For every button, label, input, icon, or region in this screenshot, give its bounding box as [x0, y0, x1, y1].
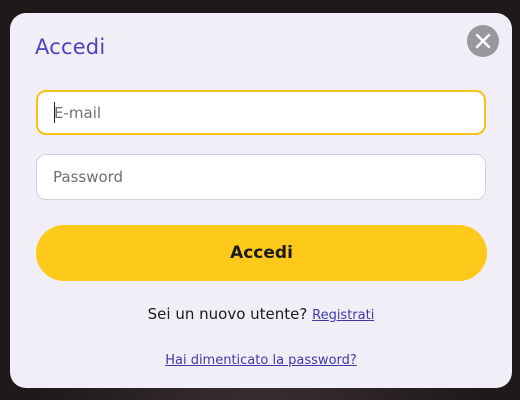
- text-caret: [54, 102, 55, 123]
- forgot-password-link[interactable]: Hai dimenticato la password?: [165, 353, 357, 368]
- login-submit-button[interactable]: Accedi: [36, 225, 487, 281]
- password-field[interactable]: [36, 154, 486, 200]
- close-icon: [475, 33, 491, 49]
- email-field[interactable]: [36, 90, 486, 135]
- register-prompt: Sei un nuovo utente? Registrati: [10, 305, 512, 323]
- register-prompt-text: Sei un nuovo utente?: [147, 305, 308, 323]
- login-dialog: Accedi Accedi Sei un nuovo utente? Regis…: [10, 13, 512, 388]
- forgot-password-row: Hai dimenticato la password?: [10, 349, 512, 368]
- register-link[interactable]: Registrati: [312, 308, 374, 323]
- close-button[interactable]: [467, 25, 499, 57]
- dialog-title: Accedi: [35, 35, 106, 59]
